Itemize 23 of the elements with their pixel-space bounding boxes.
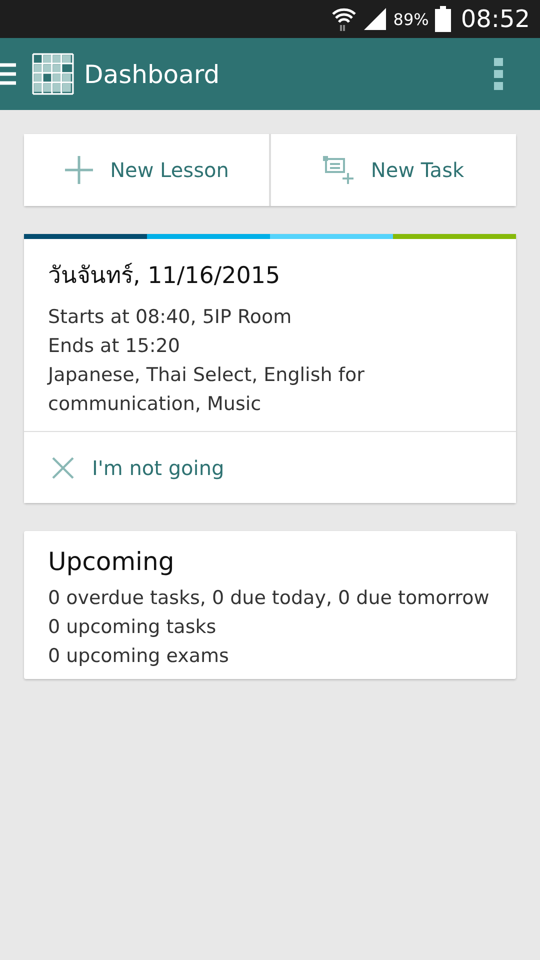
- add-note-icon: [322, 156, 355, 184]
- battery-icon: [434, 6, 451, 32]
- end-text: Ends at 15:20: [48, 334, 181, 359]
- start-text: Starts at 08:40, 5IP Room: [48, 305, 293, 330]
- calendar-grid-icon: [32, 53, 74, 95]
- overflow-menu-icon[interactable]: [494, 58, 504, 90]
- close-icon: [52, 456, 74, 478]
- subjects-text: Japanese, Thai Select, English for communication, Music: [48, 363, 366, 417]
- battery-percent: 89%: [393, 10, 429, 28]
- new-task-button[interactable]: New Task: [271, 134, 516, 206]
- upcoming-text: 0 upcoming exams: [48, 644, 230, 669]
- upcoming-text: 0 overdue tasks, 0 due today, 0 due tomorrow: [48, 586, 490, 611]
- app-title: Dashboard: [84, 60, 221, 88]
- not-going-button[interactable]: I'm not going: [24, 431, 516, 503]
- upcoming-title: Upcoming: [48, 547, 176, 576]
- upcoming-text: 0 upcoming tasks: [48, 615, 218, 640]
- wifi-icon: [331, 6, 358, 32]
- plus-icon: [64, 155, 94, 185]
- clock-time: 08:52: [460, 5, 530, 33]
- menu-icon[interactable]: [0, 62, 16, 86]
- day-title: วันจันทร์, 11/16/2015: [48, 262, 282, 291]
- signal-icon: [363, 7, 388, 31]
- new-lesson-button[interactable]: New Lesson: [24, 134, 269, 206]
